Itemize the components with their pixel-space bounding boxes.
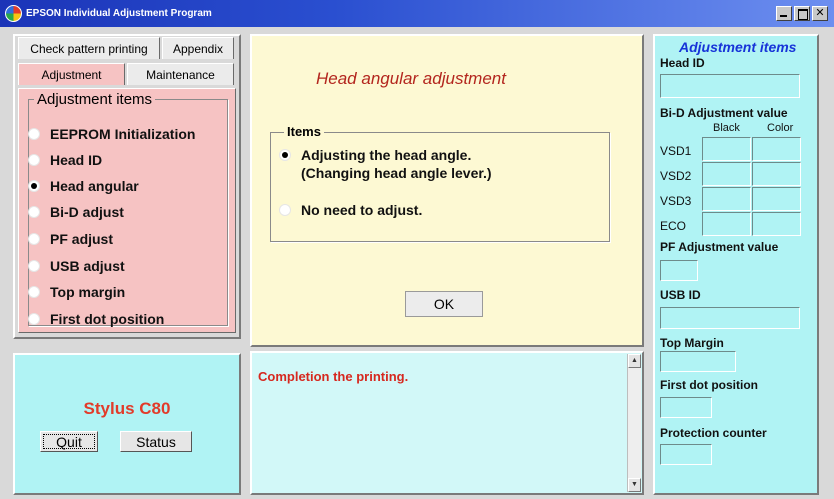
top-margin-field <box>660 351 736 372</box>
vertical-scrollbar[interactable]: ▲ ▼ <box>627 354 641 492</box>
bid-vsd2-black-field <box>702 162 751 186</box>
bid-adjustment-label: Bi-D Adjustment value <box>660 106 788 120</box>
usb-id-label: USB ID <box>660 288 701 302</box>
radio-button-icon[interactable] <box>279 204 291 216</box>
tab-adjustment[interactable]: Adjustment <box>18 63 125 85</box>
top-margin-label: Top Margin <box>660 336 724 350</box>
option-label: No need to adjust. <box>301 202 423 218</box>
adjustment-values-panel: Adjustment items Head ID Bi-D Adjustment… <box>653 34 819 495</box>
bid-vsd3-color-field <box>752 187 801 211</box>
radio-label: Bi-D adjust <box>50 204 124 220</box>
status-button[interactable]: Status <box>120 431 192 452</box>
protection-counter-field <box>660 444 712 465</box>
head-id-field <box>660 74 800 98</box>
radio-label: Head angular <box>50 178 139 194</box>
items-group-title: Items <box>284 124 324 139</box>
values-panel-title: Adjustment items <box>679 39 797 55</box>
adjustment-main-panel: Head angular adjustment Items Adjusting … <box>250 34 644 347</box>
pf-adjustment-field <box>660 260 698 281</box>
bid-eco-black-field <box>702 212 751 236</box>
model-panel: Stylus C80 Quit Status <box>13 353 241 495</box>
radio-head-id[interactable]: Head ID <box>28 152 102 168</box>
option-label-line1: Adjusting the head angle. <box>301 147 472 163</box>
adjustment-items-title: Adjustment items <box>34 91 156 108</box>
message-panel[interactable]: Completion the printing. ▲ ▼ <box>250 351 644 495</box>
client-area: Check pattern printing Appendix Adjustme… <box>0 27 834 499</box>
title-bar: EPSON Individual Adjustment Program ✕ <box>0 0 834 27</box>
bid-row-vsd2: VSD2 <box>660 169 692 183</box>
bid-vsd1-color-field <box>752 137 801 161</box>
window-title: EPSON Individual Adjustment Program <box>26 8 212 19</box>
usb-id-field <box>660 307 800 329</box>
scroll-up-arrow-icon[interactable]: ▲ <box>628 354 641 368</box>
adjustment-tab-body: Adjustment items EEPROM Initialization H… <box>18 88 236 333</box>
bid-column-black: Black <box>713 122 740 134</box>
epson-logo-icon <box>5 5 22 22</box>
radio-button-icon[interactable] <box>28 313 40 325</box>
option-adjust-head-angle[interactable]: Adjusting the head angle. (Changing head… <box>279 146 492 182</box>
radio-head-angular[interactable]: Head angular <box>28 178 139 194</box>
radio-button-icon[interactable] <box>28 206 40 218</box>
radio-top-margin[interactable]: Top margin <box>28 284 125 300</box>
radio-label: First dot position <box>50 311 165 327</box>
radio-label: Top margin <box>50 284 126 300</box>
window-controls: ✕ <box>776 6 828 21</box>
head-id-label: Head ID <box>660 56 705 70</box>
radio-button-icon[interactable] <box>28 286 40 298</box>
radio-button-icon[interactable] <box>28 260 40 272</box>
pf-adjustment-label: PF Adjustment value <box>660 240 779 254</box>
bid-row-eco: ECO <box>660 219 687 233</box>
radio-pf-adjust[interactable]: PF adjust <box>28 231 113 247</box>
status-message: Completion the printing. <box>258 369 409 384</box>
adjustment-tab-panel: Check pattern printing Appendix Adjustme… <box>13 34 241 339</box>
radio-first-dot-position[interactable]: First dot position <box>28 311 164 327</box>
radio-label: USB adjust <box>50 258 125 274</box>
scroll-down-arrow-icon[interactable]: ▼ <box>628 478 641 492</box>
radio-bi-d-adjust[interactable]: Bi-D adjust <box>28 204 124 220</box>
option-label-line2: (Changing head angle lever.) <box>301 165 492 181</box>
option-label: Adjusting the head angle. (Changing head… <box>301 146 492 182</box>
radio-label: Head ID <box>50 152 103 168</box>
tab-maintenance[interactable]: Maintenance <box>127 63 234 85</box>
quit-button[interactable]: Quit <box>40 431 98 452</box>
radio-button-selected-icon[interactable] <box>279 149 291 161</box>
items-group: Items Adjusting the head angle. (Changin… <box>270 124 610 242</box>
option-no-need-to-adjust[interactable]: No need to adjust. <box>279 201 422 219</box>
page-title: Head angular adjustment <box>316 69 506 88</box>
bid-column-color: Color <box>767 122 794 134</box>
tab-appendix[interactable]: Appendix <box>162 37 234 59</box>
radio-eeprom-initialization[interactable]: EEPROM Initialization <box>28 126 195 142</box>
tab-check-pattern-printing[interactable]: Check pattern printing <box>18 37 160 59</box>
radio-button-icon[interactable] <box>28 128 40 140</box>
protection-counter-label: Protection counter <box>660 426 767 440</box>
radio-usb-adjust[interactable]: USB adjust <box>28 258 125 274</box>
radio-button-icon[interactable] <box>28 233 40 245</box>
radio-button-icon[interactable] <box>28 154 40 166</box>
radio-button-selected-icon[interactable] <box>28 180 40 192</box>
close-button[interactable]: ✕ <box>812 6 828 21</box>
bid-vsd3-black-field <box>702 187 751 211</box>
bid-eco-color-field <box>752 212 801 236</box>
maximize-button[interactable] <box>794 6 810 21</box>
bid-vsd1-black-field <box>702 137 751 161</box>
radio-label: PF adjust <box>50 231 114 247</box>
bid-row-vsd1: VSD1 <box>660 144 692 158</box>
bid-vsd2-color-field <box>752 162 801 186</box>
bid-row-vsd3: VSD3 <box>660 194 692 208</box>
radio-label: EEPROM Initialization <box>50 126 196 142</box>
first-dot-position-field <box>660 397 712 418</box>
first-dot-position-label: First dot position <box>660 378 758 392</box>
model-name: Stylus C80 <box>83 399 171 418</box>
ok-button[interactable]: OK <box>405 291 483 317</box>
minimize-button[interactable] <box>776 6 792 21</box>
